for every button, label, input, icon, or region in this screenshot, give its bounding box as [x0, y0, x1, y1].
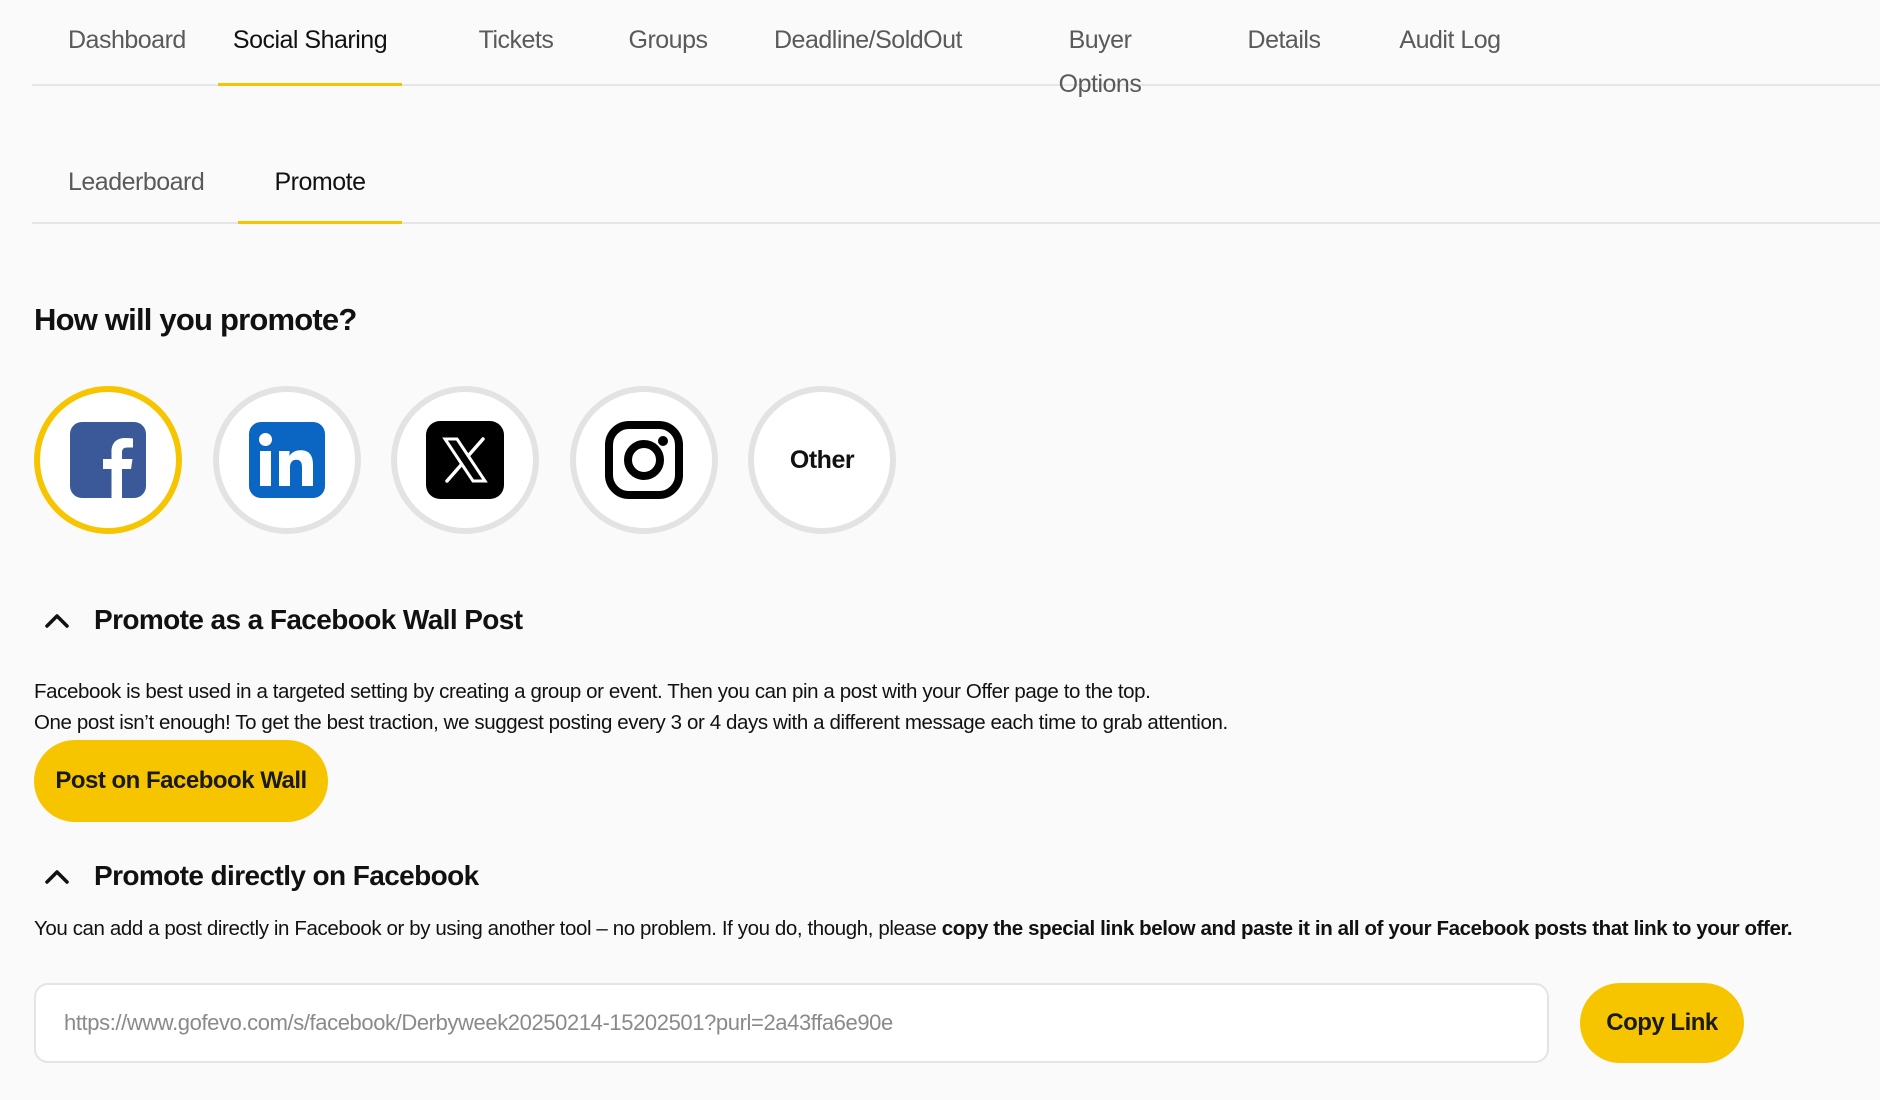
sub-nav: Leaderboard Promote [32, 160, 1880, 224]
direct-title: Promote directly on Facebook [94, 860, 479, 891]
facebook-option[interactable] [34, 386, 182, 534]
x-option[interactable] [391, 386, 539, 534]
special-link-text: https://www.gofevo.com/s/facebook/Derbyw… [64, 1010, 893, 1035]
wall-post-description-2: One post isn’t enough! To get the best t… [34, 711, 1228, 734]
chevron-up-icon [45, 870, 69, 884]
tab-social-sharing[interactable]: Social Sharing [218, 18, 402, 86]
tab-tickets[interactable]: Tickets [476, 18, 556, 86]
wall-post-description-1: Facebook is best used in a targeted sett… [34, 680, 1151, 703]
instagram-icon [605, 421, 683, 499]
tab-buyer-options[interactable]: Buyer Options [1026, 18, 1174, 98]
instagram-option[interactable] [570, 386, 718, 534]
direct-section-toggle[interactable]: Promote directly on Facebook [44, 860, 479, 892]
post-on-facebook-wall-button[interactable]: Post on Facebook Wall [34, 740, 328, 822]
copy-link-button[interactable]: Copy Link [1580, 983, 1744, 1063]
x-icon [426, 421, 504, 499]
tab-details[interactable]: Details [1242, 18, 1326, 86]
other-option[interactable]: Other [748, 386, 896, 534]
other-label: Other [789, 445, 855, 474]
promote-heading: How will you promote? [34, 302, 357, 337]
tab-dashboard[interactable]: Dashboard [68, 18, 186, 86]
linkedin-icon [249, 422, 325, 498]
tab-audit-log[interactable]: Audit Log [1394, 18, 1506, 86]
linkedin-option[interactable] [213, 386, 361, 534]
promote-page: Dashboard Social Sharing Tickets Groups … [0, 0, 1880, 1100]
chevron-up-icon [45, 614, 69, 628]
wall-post-title: Promote as a Facebook Wall Post [94, 604, 523, 635]
special-link-field[interactable]: https://www.gofevo.com/s/facebook/Derbyw… [34, 983, 1549, 1063]
top-nav: Dashboard Social Sharing Tickets Groups … [32, 0, 1880, 98]
tab-promote[interactable]: Promote [238, 160, 402, 224]
direct-description: You can add a post directly in Facebook … [34, 917, 1793, 941]
direct-description-emphasis: copy the special link below and paste it… [941, 917, 1793, 940]
facebook-icon [70, 422, 146, 498]
direct-description-text: You can add a post directly in Facebook … [34, 917, 942, 940]
tab-leaderboard[interactable]: Leaderboard [68, 160, 205, 224]
wall-post-section-toggle[interactable]: Promote as a Facebook Wall Post [44, 604, 523, 636]
tab-deadline-soldout[interactable]: Deadline/SoldOut [774, 18, 962, 86]
tab-groups[interactable]: Groups [626, 18, 710, 86]
